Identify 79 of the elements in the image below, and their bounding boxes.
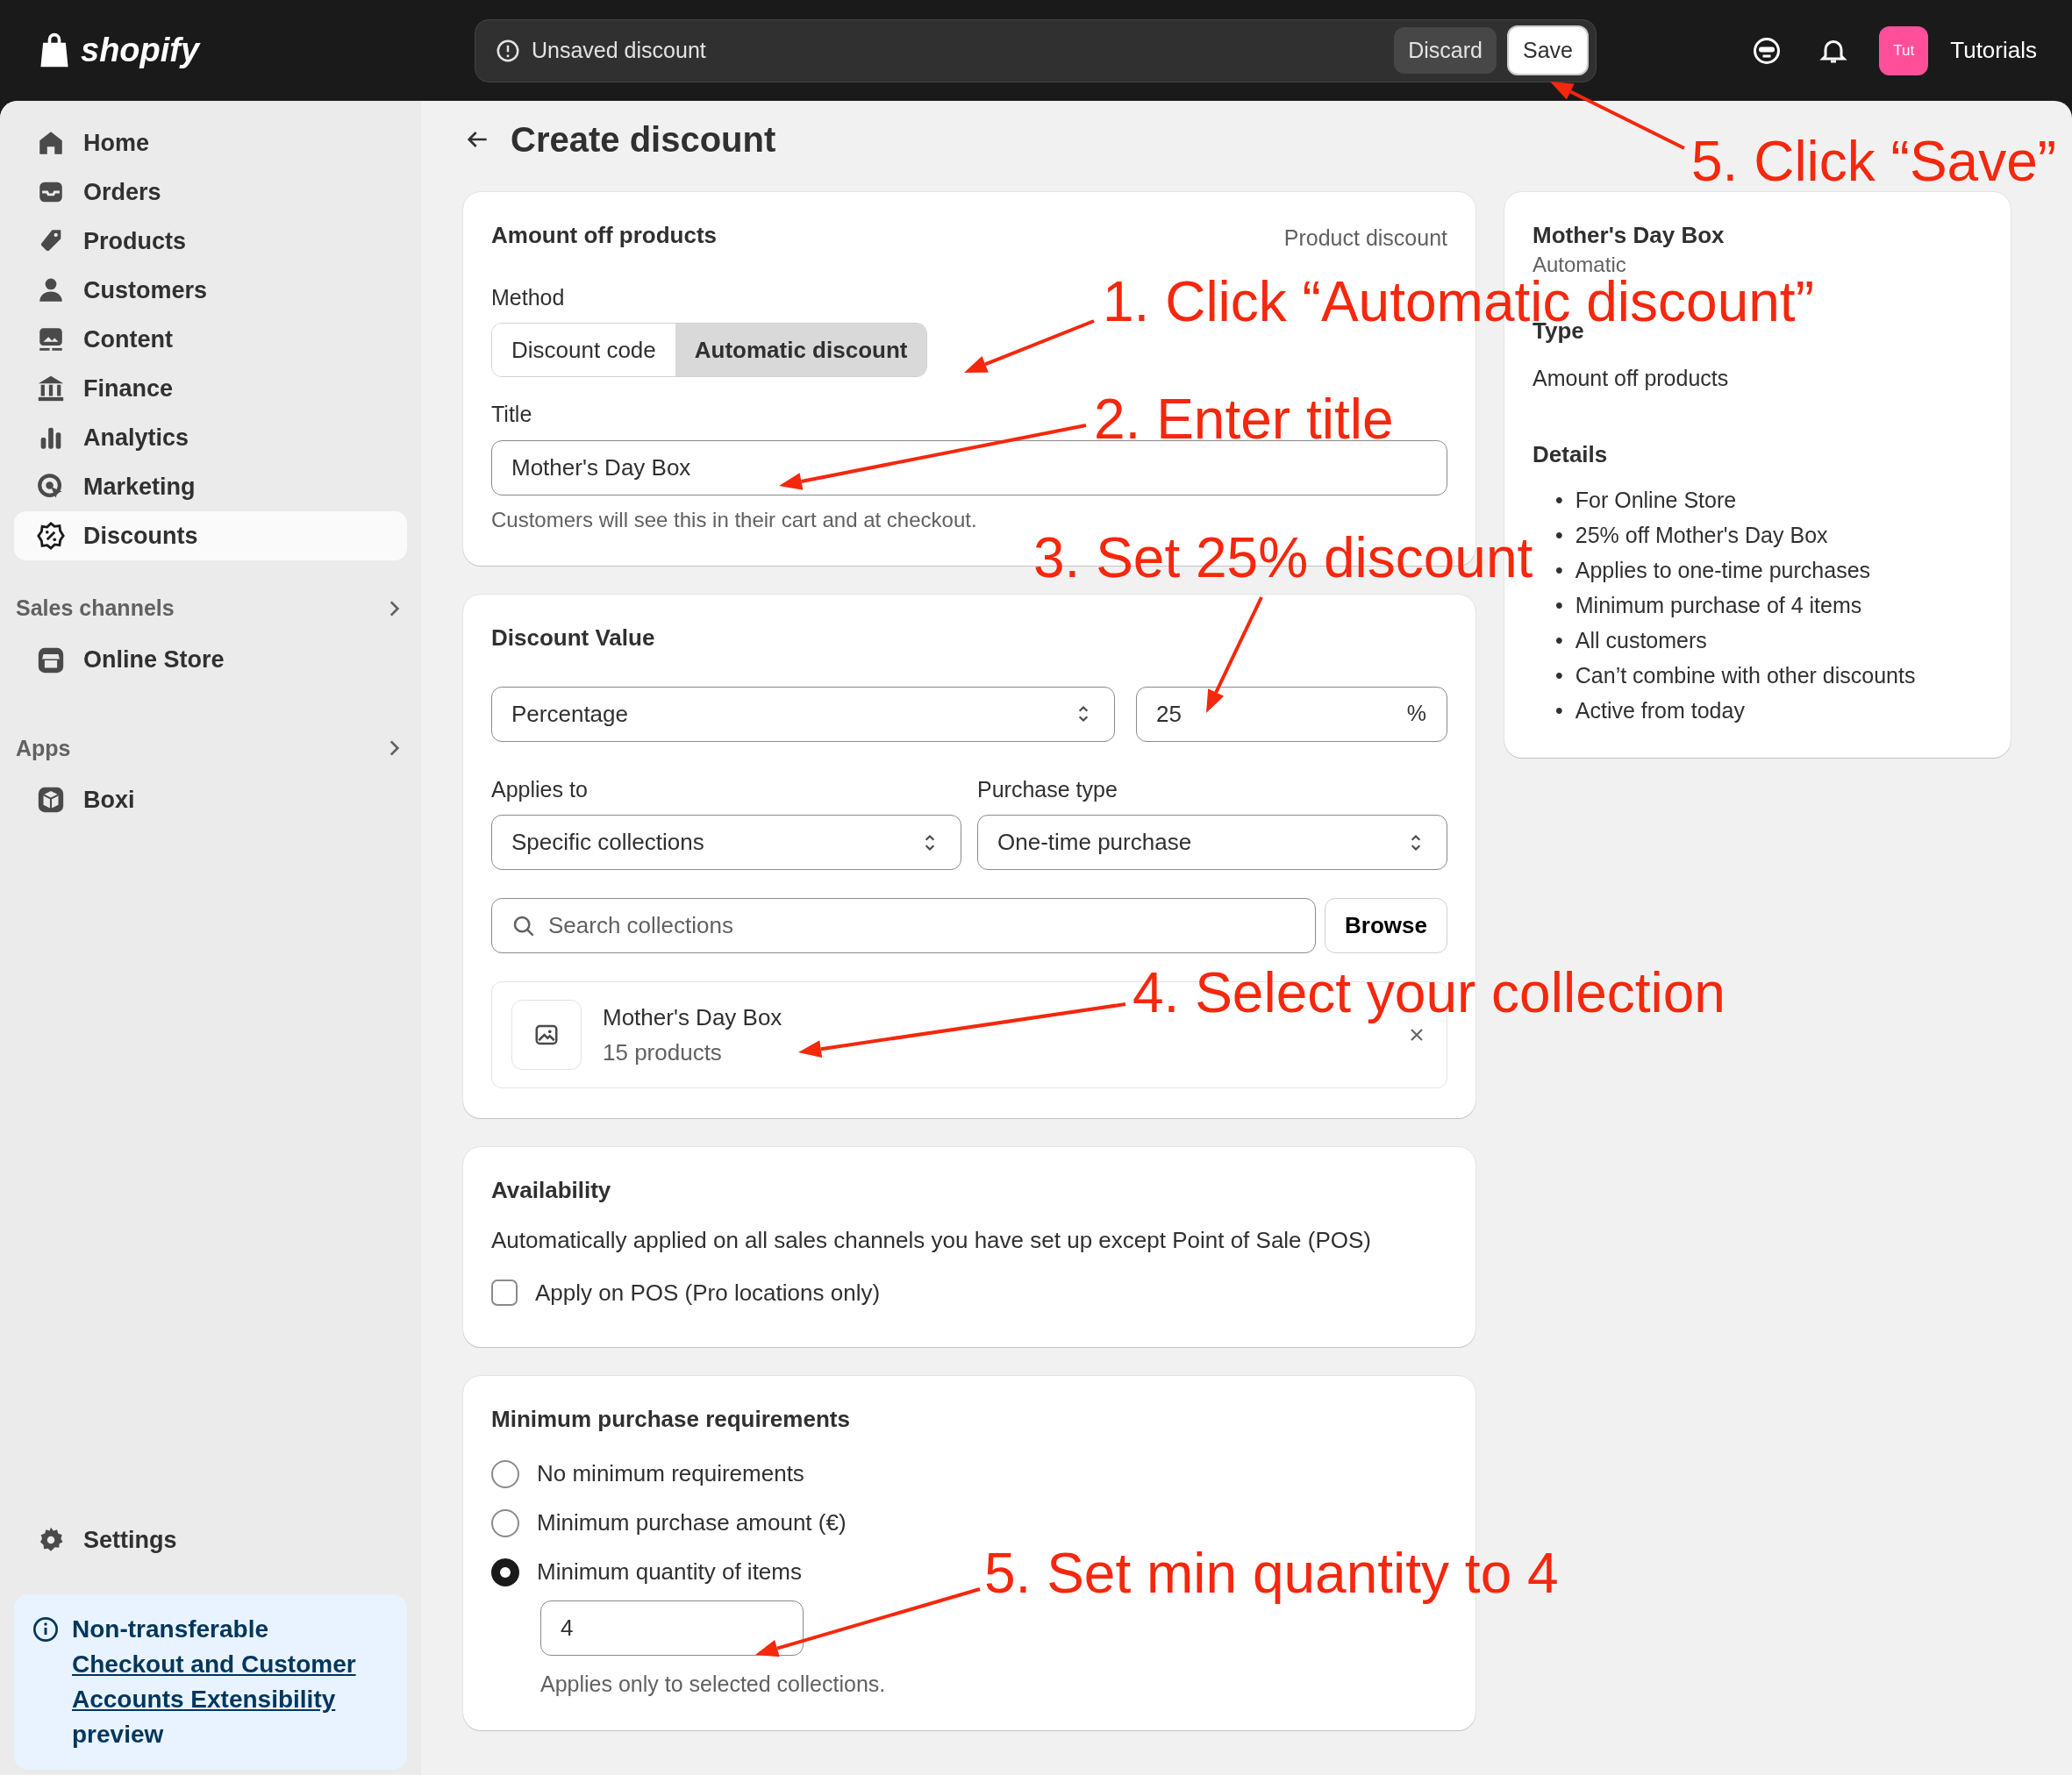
type-value: Amount off products xyxy=(1533,365,1730,393)
field-suffix: % xyxy=(1406,700,1426,728)
value-type-select[interactable]: Percentage xyxy=(491,686,1115,742)
radio-button[interactable] xyxy=(491,1459,519,1488)
method-toggle[interactable]: Automatic discount xyxy=(675,324,927,376)
help-text: Applies only to selected collections. xyxy=(540,1670,887,1698)
logo-text: shopify xyxy=(81,31,200,70)
card-title: Availability xyxy=(491,1177,612,1205)
summary-subtitle: Automatic xyxy=(1533,252,1627,279)
card-title: Minimum purchase requirements xyxy=(491,1406,851,1434)
section-label: Details xyxy=(1533,440,1609,469)
sidebar-item[interactable]: Content xyxy=(14,315,407,364)
checkbox-label[interactable]: Apply on POS (Pro locations only) xyxy=(535,1275,881,1310)
detail-item: Can’t combine with other discounts xyxy=(1575,662,1916,690)
save-button[interactable]: Save xyxy=(1507,25,1589,76)
page-title: Create discount xyxy=(511,119,776,160)
quantity-field[interactable]: 4 xyxy=(540,1600,804,1656)
field-label: Purchase type xyxy=(977,775,1118,803)
detail-item: Applies to one-time purchases xyxy=(1575,557,1871,585)
section-header[interactable]: Sales channels xyxy=(14,571,407,636)
annotation-text: 3. Set 25% discount xyxy=(1033,530,1533,586)
sidebar-item[interactable]: Customers xyxy=(14,266,407,315)
detail-item: For Online Store xyxy=(1575,487,1737,515)
notice-link[interactable]: Accounts Extensibility xyxy=(72,1682,356,1717)
notice-text: Non-transferable xyxy=(72,1615,270,1644)
info-icon xyxy=(32,1615,60,1643)
summary-title: Mother's Day Box xyxy=(1533,222,1725,250)
notice-link[interactable]: Checkout and Customer xyxy=(72,1647,356,1682)
bullet: • xyxy=(1555,662,1563,690)
radio-label[interactable]: No minimum requirements xyxy=(537,1457,804,1492)
sidebar-item[interactable]: Online Store xyxy=(14,635,407,685)
detail-item: 25% off Mother's Day Box xyxy=(1575,522,1828,550)
discount-type: Product discount xyxy=(1283,225,1447,252)
annotation-text: 5. Click “Save” xyxy=(1691,133,2057,189)
radio-label[interactable]: Minimum purchase amount (€) xyxy=(537,1506,847,1541)
applies-to-select[interactable]: Specific collections xyxy=(491,815,961,871)
bullet: • xyxy=(1555,592,1563,620)
sidebar-item[interactable]: Marketing xyxy=(14,462,407,511)
sidebar-item[interactable]: Boxi xyxy=(14,775,407,824)
card-title: Amount off products xyxy=(491,222,718,250)
collection-name: Mother's Day Box xyxy=(603,1003,782,1033)
title-field[interactable]: Mother's Day Box xyxy=(491,439,1447,495)
field-label: Title xyxy=(491,401,532,428)
card-title: Discount Value xyxy=(491,624,656,652)
detail-item: All customers xyxy=(1575,627,1707,655)
sidebar-item[interactable]: Orders xyxy=(14,168,407,217)
field-label: Applies to xyxy=(491,775,588,803)
browse-button[interactable]: Browse xyxy=(1325,898,1447,954)
percent-badge-icon xyxy=(36,521,66,551)
sidebar-item[interactable]: Finance xyxy=(14,364,407,413)
sidebar-item[interactable]: Discounts xyxy=(14,511,407,560)
sidebar-item[interactable]: Home xyxy=(14,118,407,168)
sidebar-item[interactable]: Analytics xyxy=(14,413,407,462)
detail-item: Active from today xyxy=(1575,697,1745,725)
bullet: • xyxy=(1555,697,1563,725)
notice-text: preview xyxy=(72,1720,165,1750)
radio-label[interactable]: Minimum quantity of items xyxy=(537,1555,802,1590)
help-text: Customers will see this in their cart and at checkout. xyxy=(491,506,978,533)
radio-button[interactable] xyxy=(491,1558,519,1586)
checkbox[interactable] xyxy=(491,1280,518,1307)
bank-icon xyxy=(36,374,66,403)
search-field[interactable]: Search collections xyxy=(491,898,1317,954)
save-bar-message: Unsaved discount xyxy=(532,36,707,64)
section-header[interactable]: Apps xyxy=(14,710,407,775)
sidebar-item[interactable]: Products xyxy=(14,217,407,266)
availability-text: Automatically applied on all sales channels you have set up except Point of Sale (POS) xyxy=(491,1226,1373,1256)
bullet: • xyxy=(1555,557,1563,585)
detail-item: Minimum purchase of 4 items xyxy=(1575,592,1862,620)
product-count: 15 products xyxy=(603,1038,722,1068)
purchase-type-select[interactable]: One-time purchase xyxy=(977,815,1447,871)
bullet: • xyxy=(1555,522,1563,550)
field-label: Method xyxy=(491,283,565,311)
bullet: • xyxy=(1555,627,1563,655)
store-name[interactable]: Tutorials xyxy=(1950,33,2037,68)
radio-button[interactable] xyxy=(491,1508,519,1537)
sidebar-item[interactable]: Settings xyxy=(14,1515,407,1565)
bullet: • xyxy=(1555,487,1563,515)
cube-icon xyxy=(36,785,66,815)
discard-button[interactable]: Discard xyxy=(1394,26,1497,75)
